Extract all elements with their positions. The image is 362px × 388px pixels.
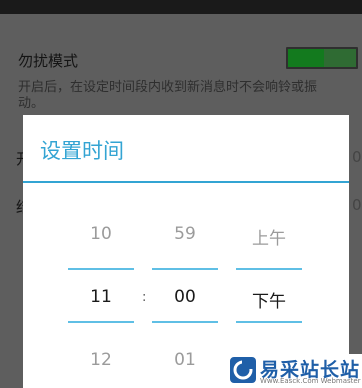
start-time-row-value: 0 — [352, 148, 362, 166]
minute-line-top — [152, 268, 218, 270]
hour-line-top — [68, 268, 134, 270]
status-bar — [0, 0, 362, 14]
do-not-disturb-description: 开启后，在设定时间段内收到新消息时不会响铃或振动。 — [18, 80, 318, 111]
minute-line-bottom — [152, 321, 218, 323]
watermark-url: Www.Easck.Com Webmaster — [260, 377, 361, 385]
do-not-disturb-title: 勿扰模式 — [18, 52, 79, 70]
minute-prev[interactable]: 59 — [152, 224, 218, 244]
do-not-disturb-toggle[interactable] — [286, 47, 358, 69]
ampm-current[interactable]: 下午 — [236, 287, 302, 312]
ampm-prev[interactable]: 上午 — [236, 224, 302, 249]
hour-next[interactable]: 12 — [68, 350, 134, 370]
ampm-line-top — [236, 268, 302, 270]
toggle-knob — [324, 49, 356, 67]
set-time-dialog: 设置时间 10 11 12 : 59 00 01 上午 下午 — [23, 115, 349, 388]
minute-current[interactable]: 00 — [152, 287, 218, 307]
time-separator: : — [142, 290, 147, 305]
minute-next[interactable]: 01 — [152, 350, 218, 370]
hour-current[interactable]: 11 — [68, 287, 134, 307]
watermark: 易采站长站 Www.Easck.Com Webmaster — [226, 354, 362, 388]
hour-line-bottom — [68, 321, 134, 323]
watermark-logo-icon — [230, 357, 256, 383]
dialog-title-divider — [23, 181, 349, 183]
toggle-on-track — [288, 49, 324, 67]
hour-prev[interactable]: 10 — [68, 224, 134, 244]
ampm-line-bottom — [236, 321, 302, 323]
end-time-row-value: 0 — [352, 196, 362, 214]
dialog-title: 设置时间 — [40, 139, 124, 163]
